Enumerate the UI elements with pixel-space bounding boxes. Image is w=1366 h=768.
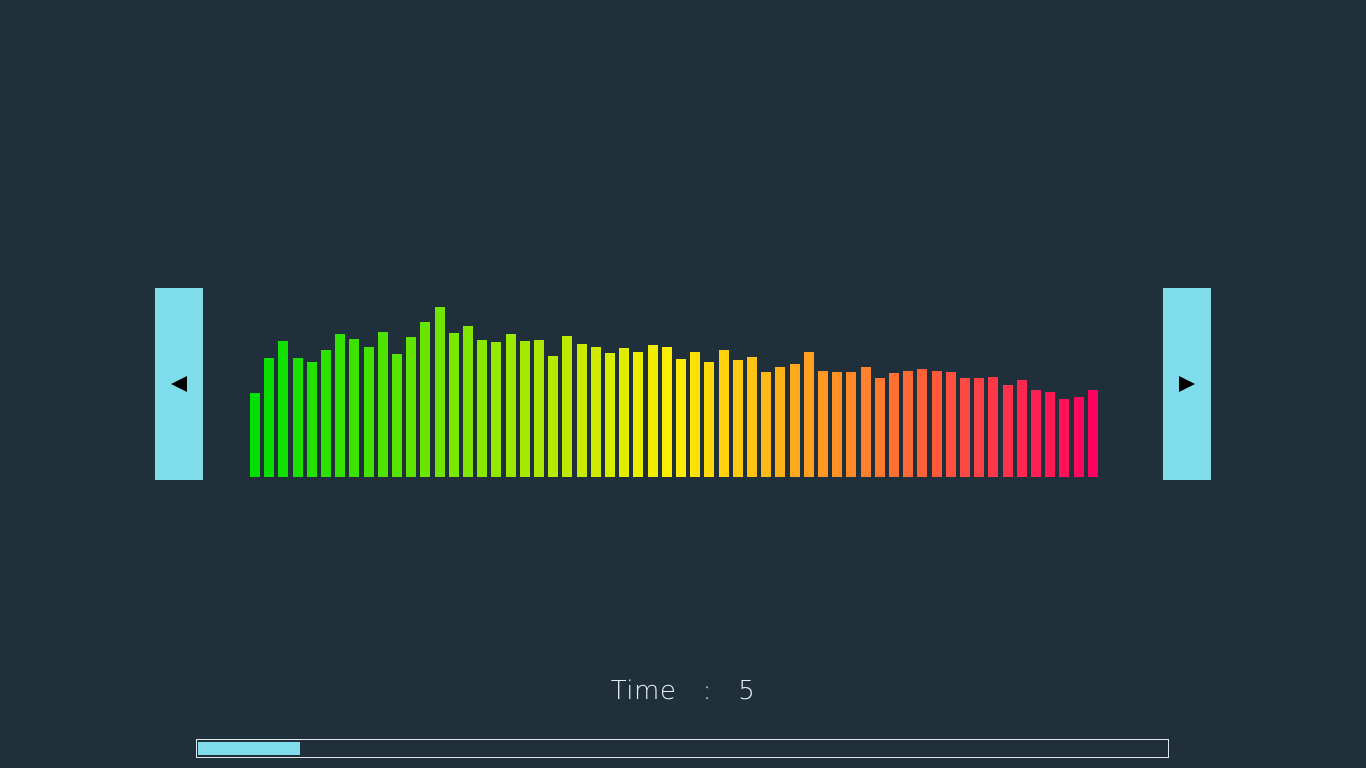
spectrum-bar [647, 345, 658, 477]
spectrum-bar [974, 378, 985, 477]
spectrum-bar [1016, 380, 1027, 477]
spectrum-bar [463, 326, 473, 477]
spectrum-bar [576, 344, 587, 477]
spectrum-bar [874, 378, 885, 477]
spectrum-bar [789, 364, 800, 477]
spectrum-bar [519, 341, 530, 477]
spectrum-bar [960, 378, 970, 477]
spectrum-bar [562, 336, 573, 477]
spectrum-bar [1031, 390, 1041, 477]
spectrum-bar [1087, 390, 1098, 477]
spectrum-bar [505, 334, 516, 477]
spectrum-bar [818, 371, 828, 477]
spectrum-bar [690, 352, 701, 477]
spectrum-bar [917, 369, 928, 477]
previous-button[interactable] [155, 288, 203, 480]
spectrum-bar [732, 360, 743, 477]
spectrum-bar [335, 334, 346, 477]
spectrum-bar [406, 337, 417, 477]
spectrum-bar [491, 342, 502, 477]
visualizer-screen: Time : 5 [0, 0, 1366, 768]
spectrum-bar [392, 354, 402, 477]
time-value: 5 [738, 676, 756, 706]
time-label: Time [610, 676, 677, 706]
spectrum-bar [988, 377, 999, 477]
spectrum-bar [534, 340, 544, 477]
spectrum-bar [803, 352, 814, 477]
spectrum-bar [931, 371, 942, 477]
spectrum-bar [633, 352, 644, 477]
spectrum-bar [250, 393, 260, 477]
progress-bar[interactable] [196, 739, 1169, 758]
spectrum-bar [477, 340, 488, 477]
spectrum-bar [1059, 399, 1070, 477]
spectrum-bar [775, 367, 786, 477]
spectrum-bar [349, 339, 360, 477]
spectrum-bar [1073, 397, 1084, 477]
spectrum-bar [846, 372, 857, 477]
time-readout: Time : 5 [0, 676, 1366, 706]
spectrum-bar [718, 350, 729, 477]
progress-fill [198, 742, 300, 755]
spectrum-bar [860, 367, 871, 477]
spectrum-bar [548, 356, 559, 477]
spectrum-bar [363, 347, 374, 477]
left-triangle-icon [171, 376, 187, 392]
spectrum-bar [306, 362, 317, 477]
spectrum-bar [889, 373, 899, 477]
spectrum-bar [292, 358, 303, 477]
spectrum-bar-chart [250, 300, 1110, 477]
spectrum-bar [264, 358, 275, 477]
spectrum-bar [1002, 385, 1013, 477]
spectrum-bar [903, 371, 914, 477]
spectrum-bar [278, 341, 289, 477]
spectrum-bar [661, 347, 672, 477]
spectrum-bar [590, 347, 601, 477]
spectrum-bar [448, 333, 459, 477]
spectrum-bar [747, 357, 757, 477]
spectrum-bar [945, 372, 956, 477]
spectrum-bar [619, 348, 630, 477]
spectrum-bar [704, 362, 715, 477]
spectrum-bar [420, 322, 431, 477]
spectrum-bar [377, 332, 388, 477]
spectrum-bar [605, 353, 615, 477]
spectrum-bar [676, 359, 686, 477]
spectrum-bar [1045, 392, 1056, 477]
spectrum-bar [434, 307, 445, 477]
next-button[interactable] [1163, 288, 1211, 480]
spectrum-bar [321, 350, 331, 477]
spectrum-bar [832, 372, 843, 477]
time-separator: : [702, 676, 712, 706]
spectrum-bar [761, 372, 772, 477]
right-triangle-icon [1179, 376, 1195, 392]
